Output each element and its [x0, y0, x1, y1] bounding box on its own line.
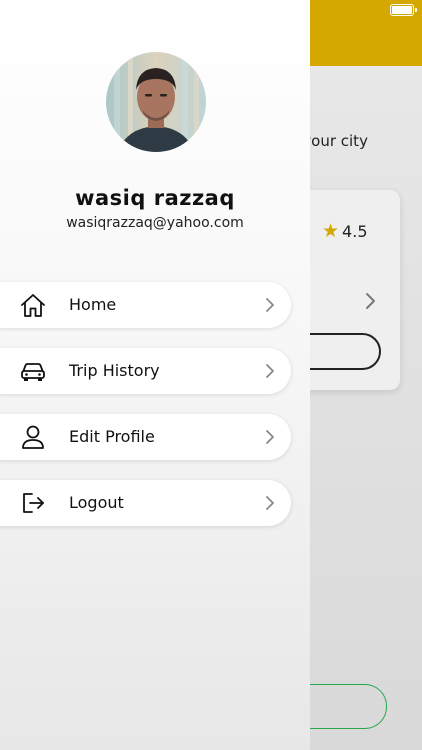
chevron-right-icon	[266, 430, 274, 444]
chevron-right-icon[interactable]	[364, 292, 376, 310]
chevron-right-icon	[266, 298, 274, 312]
chevron-right-icon	[266, 496, 274, 510]
menu-label-home: Home	[69, 295, 117, 314]
menu-label-trip-history: Trip History	[69, 361, 160, 380]
user-email: wasiqrazzaq@yahoo.com	[66, 215, 244, 231]
menu-item-edit-profile[interactable]: Edit Profile	[0, 414, 291, 460]
menu-item-logout[interactable]: Logout	[0, 480, 291, 526]
menu-item-home[interactable]: Home	[0, 282, 291, 328]
logout-icon	[23, 493, 44, 513]
menu-label-logout: Logout	[69, 493, 124, 512]
home-icon	[21, 294, 45, 317]
rating-value: 4.5	[342, 222, 368, 241]
user-icon	[22, 425, 44, 449]
user-name: wasiq razzaq	[75, 186, 235, 210]
chevron-right-icon	[266, 364, 274, 378]
battery-icon	[390, 4, 414, 16]
star-icon: ★	[322, 220, 340, 242]
menu-item-trip-history[interactable]: Trip History	[0, 348, 291, 394]
side-drawer: wasiq razzaq wasiqrazzaq@yahoo.com Home …	[0, 0, 310, 750]
profile-photo	[106, 52, 206, 152]
avatar[interactable]	[106, 52, 206, 152]
menu-label-edit-profile: Edit Profile	[69, 427, 155, 446]
car-icon	[21, 363, 45, 381]
rating: ★ 4.5	[322, 220, 368, 242]
